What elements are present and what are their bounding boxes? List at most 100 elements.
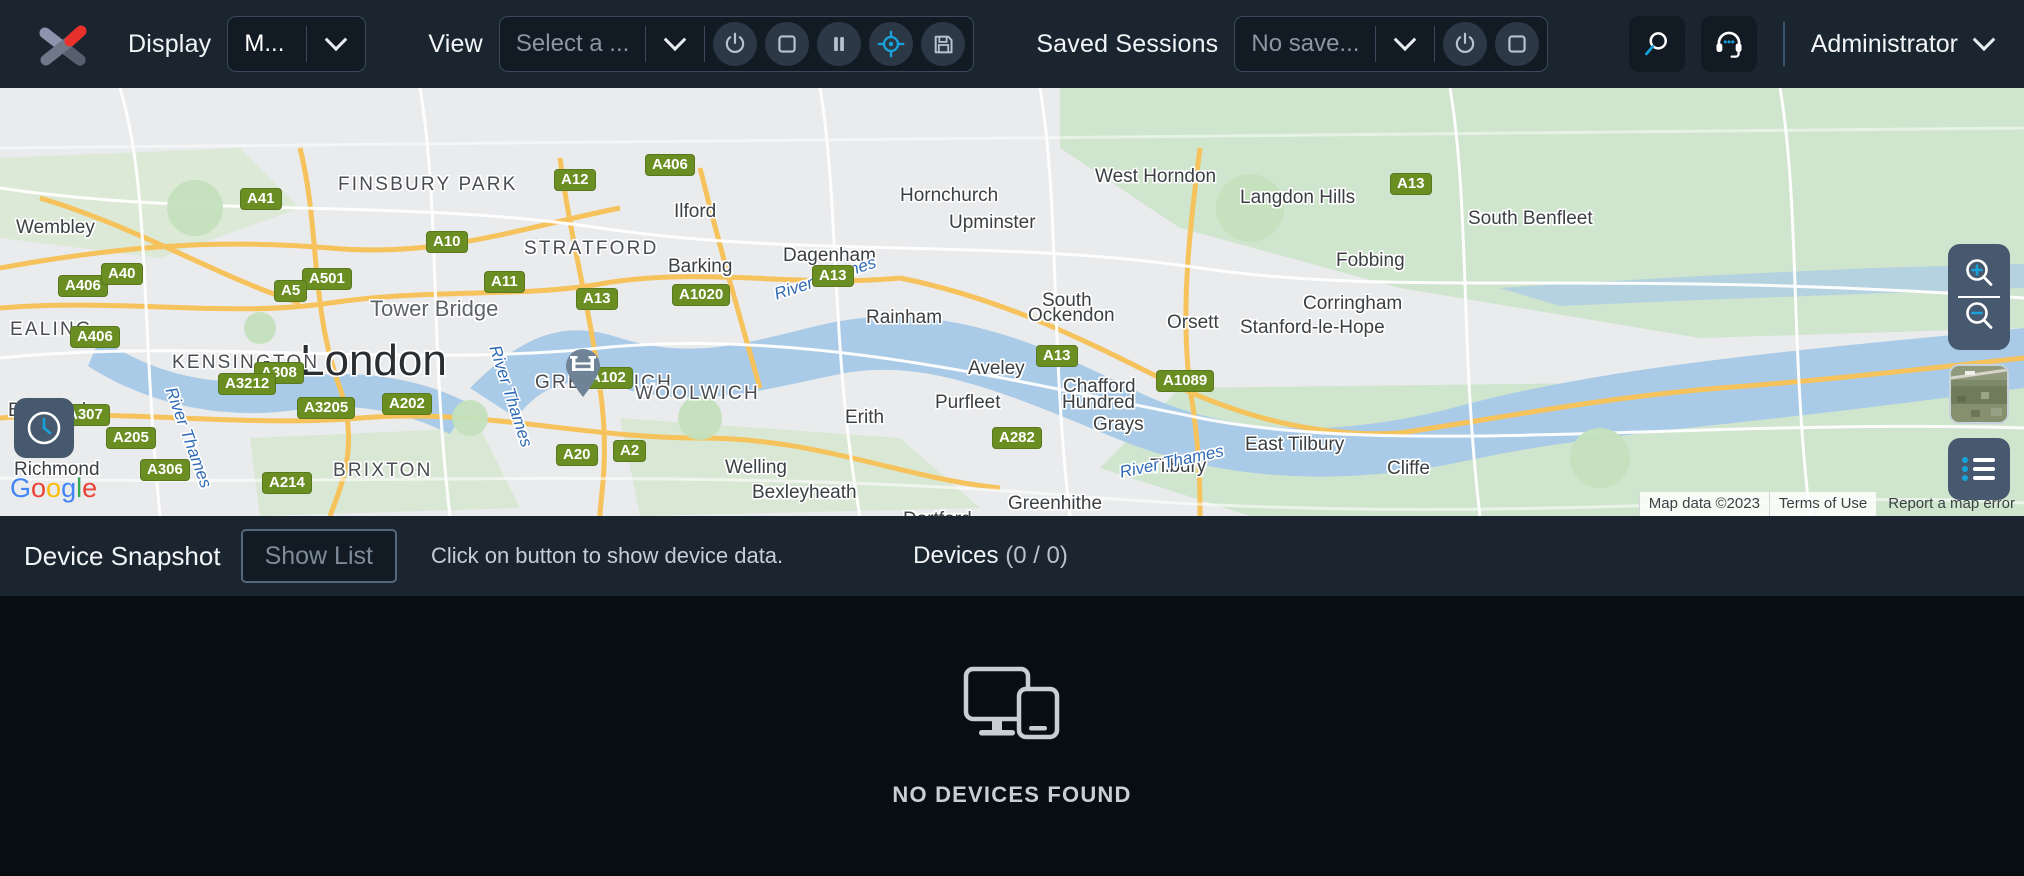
saved-sessions-label: Saved Sessions bbox=[1036, 29, 1219, 58]
map-legend-button[interactable] bbox=[1948, 438, 2010, 500]
clock-icon bbox=[27, 411, 61, 445]
road-shield: A3212 bbox=[218, 373, 277, 395]
road-shield: A501 bbox=[302, 268, 352, 290]
view-select-value[interactable]: Select a ... bbox=[500, 17, 645, 71]
road-shield: A5 bbox=[274, 280, 308, 302]
road-shield: A205 bbox=[106, 427, 156, 449]
devices-count-label: Devices bbox=[913, 542, 999, 569]
road-shield: A13 bbox=[1036, 345, 1078, 367]
view-label: View bbox=[428, 29, 483, 58]
device-list-area: NO DEVICES FOUND bbox=[0, 596, 2024, 876]
display-select[interactable]: M... bbox=[227, 16, 367, 72]
app-logo[interactable] bbox=[26, 14, 102, 74]
headset-icon bbox=[1716, 31, 1742, 58]
saved-sessions-group: No save... bbox=[1234, 16, 1549, 72]
road-shield: A406 bbox=[70, 326, 120, 348]
display-select-value: M... bbox=[244, 30, 285, 57]
user-menu[interactable]: Administrator bbox=[1810, 28, 1998, 59]
support-button[interactable] bbox=[1700, 16, 1757, 72]
satellite-layer-button[interactable] bbox=[1949, 364, 2009, 424]
view-controls-group: Select a ... bbox=[498, 16, 975, 72]
road-shield: A11 bbox=[484, 271, 525, 293]
bridge-icon bbox=[566, 349, 600, 397]
display-label: Display bbox=[128, 29, 212, 58]
power-icon bbox=[726, 32, 745, 53]
search-button[interactable] bbox=[1628, 16, 1685, 72]
display-select-caret[interactable] bbox=[307, 17, 365, 71]
user-name-label: Administrator bbox=[1810, 29, 1958, 58]
device-snapshot-hint: Click on button to show device data. bbox=[430, 543, 784, 568]
map-tiles bbox=[0, 88, 2024, 516]
history-clock-button[interactable] bbox=[14, 398, 74, 458]
road-shield: A10 bbox=[426, 231, 468, 253]
toolbar-divider bbox=[1782, 22, 1785, 66]
road-shield: A20 bbox=[556, 444, 598, 466]
saved-sessions-action-buttons bbox=[1435, 17, 1547, 71]
road-shield: A12 bbox=[554, 169, 596, 191]
zoom-in-button[interactable] bbox=[1961, 255, 1997, 296]
application-root: Display M... View Select a ... Saved Ses… bbox=[0, 0, 2024, 876]
google-logo: Google bbox=[10, 471, 110, 510]
stop-square-icon bbox=[778, 35, 796, 53]
devices-count: Devices (0 / 0) bbox=[913, 542, 1068, 570]
device-snapshot-title: Device Snapshot bbox=[24, 540, 221, 571]
power-button[interactable] bbox=[713, 22, 758, 66]
road-shield: A13 bbox=[812, 265, 854, 287]
road-shield: A1020 bbox=[672, 284, 731, 306]
devices-icon bbox=[963, 666, 1060, 740]
report-map-error-link[interactable]: Report a map error bbox=[1876, 492, 2024, 516]
road-shield: A214 bbox=[262, 472, 312, 494]
chevron-down-icon bbox=[1972, 28, 1996, 52]
show-list-button[interactable]: Show List bbox=[240, 529, 397, 583]
map-panel[interactable]: FINSBURY PARK Ilford Hornchurch Upminster We… bbox=[0, 88, 2024, 516]
map-zoom-controls bbox=[1948, 244, 2010, 350]
save-button[interactable] bbox=[921, 22, 966, 66]
device-snapshot-bar: Device Snapshot Show List Click on butto… bbox=[0, 516, 2024, 596]
session-stop-button[interactable] bbox=[1495, 22, 1540, 66]
map-canvas[interactable] bbox=[0, 88, 2024, 516]
zoom-out-icon bbox=[1966, 302, 1993, 329]
google-wordmark-icon: Google bbox=[10, 473, 97, 503]
session-power-button[interactable] bbox=[1443, 22, 1488, 66]
pause-icon bbox=[834, 36, 845, 52]
road-shield: A406 bbox=[645, 154, 695, 176]
map-attribution: Map data ©2023 Terms of Use Report a map… bbox=[1638, 492, 2024, 516]
saved-sessions-select-value[interactable]: No save... bbox=[1235, 17, 1375, 71]
saved-sessions-caret[interactable] bbox=[1376, 17, 1434, 71]
top-toolbar: Display M... View Select a ... Saved Ses… bbox=[0, 0, 2024, 88]
svg-text:Google: Google bbox=[10, 473, 97, 503]
view-action-buttons bbox=[705, 17, 973, 71]
road-shield: A41 bbox=[240, 188, 282, 210]
stop-button[interactable] bbox=[765, 22, 810, 66]
road-shield: A3205 bbox=[297, 397, 356, 419]
satellite-layer-thumbnail bbox=[1951, 366, 2007, 422]
tower-bridge-marker[interactable] bbox=[564, 348, 602, 398]
road-shield: A282 bbox=[992, 427, 1042, 449]
road-shield: A40 bbox=[101, 263, 143, 285]
stop-square-icon bbox=[1508, 35, 1527, 53]
zoom-in-icon bbox=[1966, 259, 1993, 286]
road-shield: A13 bbox=[576, 288, 618, 310]
pause-button[interactable] bbox=[817, 22, 862, 66]
devices-count-value: (0 / 0) bbox=[1005, 542, 1068, 569]
road-shield: A1089 bbox=[1156, 370, 1215, 392]
view-select-caret[interactable] bbox=[646, 17, 704, 71]
map-data-copyright: Map data ©2023 bbox=[1638, 492, 1769, 516]
search-icon bbox=[1644, 32, 1667, 56]
road-shield: A2 bbox=[613, 440, 647, 462]
zoom-out-button[interactable] bbox=[1961, 298, 1997, 339]
road-shield: A202 bbox=[382, 393, 432, 415]
map-controls bbox=[1948, 244, 2010, 500]
terms-of-use-link[interactable]: Terms of Use bbox=[1768, 492, 1877, 516]
power-icon bbox=[1456, 32, 1475, 53]
list-icon bbox=[1962, 457, 1995, 481]
chevron-down-icon bbox=[1394, 28, 1417, 52]
crosshair-target-icon bbox=[877, 30, 905, 58]
floppy-save-icon bbox=[934, 35, 953, 53]
locate-button[interactable] bbox=[869, 22, 914, 66]
chevron-down-icon bbox=[325, 28, 348, 52]
empty-state-message: NO DEVICES FOUND bbox=[892, 782, 1132, 807]
x-logo-icon bbox=[39, 25, 87, 66]
road-shield: A13 bbox=[1390, 173, 1432, 195]
chevron-down-icon bbox=[663, 28, 687, 52]
